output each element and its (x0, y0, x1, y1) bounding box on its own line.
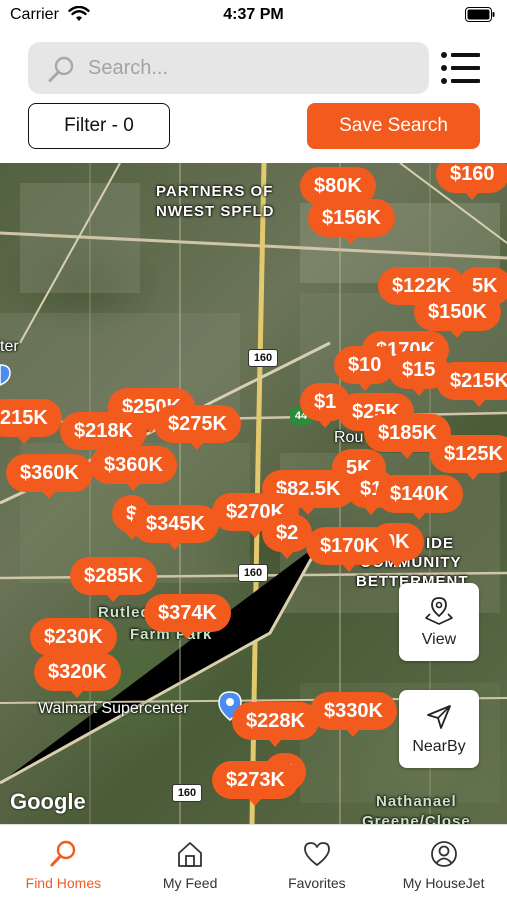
tab-favorites[interactable]: Favorites (254, 825, 381, 900)
price-pin[interactable]: $2 (262, 514, 313, 559)
price-pin[interactable]: $320K (34, 653, 121, 698)
battery-icon (465, 7, 495, 22)
google-attribution: Google (10, 789, 86, 814)
price-pin[interactable]: $273K (212, 761, 299, 806)
view-button-label: View (421, 631, 457, 648)
list-view-icon[interactable] (440, 50, 482, 86)
navigation-arrow-icon (427, 705, 451, 729)
place-label: Rutled (98, 604, 151, 621)
tab-label: Favorites (288, 875, 346, 891)
price-pin[interactable]: $156K (308, 199, 395, 244)
price-pin[interactable]: $285K (70, 557, 157, 602)
user-icon (430, 841, 457, 867)
place-label: Greene/Close (362, 813, 471, 824)
place-label: Rou (334, 429, 364, 446)
search-icon (48, 56, 74, 82)
price-pin[interactable]: $170K (306, 527, 393, 572)
heart-icon (303, 842, 330, 866)
search-bar[interactable] (28, 42, 429, 94)
price-pin[interactable]: $360K (6, 454, 93, 499)
price-pin[interactable]: $275K (154, 405, 241, 450)
highway-shield: 160 (238, 564, 268, 582)
bottom-tab-bar: Find Homes My Feed Favorites My HouseJet (0, 824, 507, 900)
save-search-button[interactable]: Save Search (307, 103, 480, 149)
view-button[interactable]: View (399, 583, 479, 661)
nearby-button[interactable]: NearBy (399, 690, 479, 768)
price-pin[interactable]: $125K (430, 435, 507, 480)
layers-icon (425, 597, 453, 625)
price-pin[interactable]: $150K (414, 293, 501, 338)
price-pin[interactable]: $374K (144, 594, 231, 639)
search-icon (50, 840, 76, 867)
price-pin[interactable]: $345K (132, 505, 219, 550)
highway-shield: 160 (172, 784, 202, 802)
status-bar: Carrier 4:37 PM (0, 0, 507, 34)
tab-my-housejet[interactable]: My HouseJet (380, 825, 507, 900)
nearby-button-label: NearBy (412, 738, 466, 755)
tab-label: Find Homes (25, 875, 102, 891)
tab-find-homes[interactable]: Find Homes (0, 825, 127, 900)
place-label: IDE (426, 535, 455, 552)
price-pin[interactable]: $330K (310, 692, 397, 737)
price-pin[interactable]: $218K (60, 412, 147, 457)
place-label: ter (0, 338, 19, 355)
search-input[interactable] (88, 42, 418, 94)
tab-label: My HouseJet (402, 875, 485, 891)
home-icon (178, 842, 203, 867)
price-pin[interactable]: $230K (30, 618, 117, 663)
place-label: PARTNERS OF (156, 183, 274, 200)
price-pin[interactable]: $140K (376, 475, 463, 520)
clock: 4:37 PM (223, 6, 284, 23)
price-pin[interactable]: $10 (334, 346, 396, 391)
map-view[interactable]: PARTNERS OF NWEST SPFLD ter Rou IDE COMM… (0, 163, 507, 824)
tab-label: My Feed (162, 875, 218, 891)
price-pin[interactable]: $215K (436, 362, 507, 407)
highway-shield: 160 (248, 349, 278, 367)
place-label: NWEST SPFLD (156, 203, 275, 220)
price-pin[interactable]: $228K (232, 702, 319, 747)
place-label: Nathanael (376, 793, 457, 810)
price-pin[interactable]: $360K (90, 446, 177, 491)
filter-button[interactable]: Filter - 0 (28, 103, 170, 149)
place-label: Walmart Supercenter (38, 700, 189, 717)
price-pin[interactable]: $160 (436, 163, 507, 200)
map-marker-icon (0, 364, 11, 386)
tab-my-feed[interactable]: My Feed (127, 825, 254, 900)
price-pin[interactable]: 215K (0, 399, 62, 444)
